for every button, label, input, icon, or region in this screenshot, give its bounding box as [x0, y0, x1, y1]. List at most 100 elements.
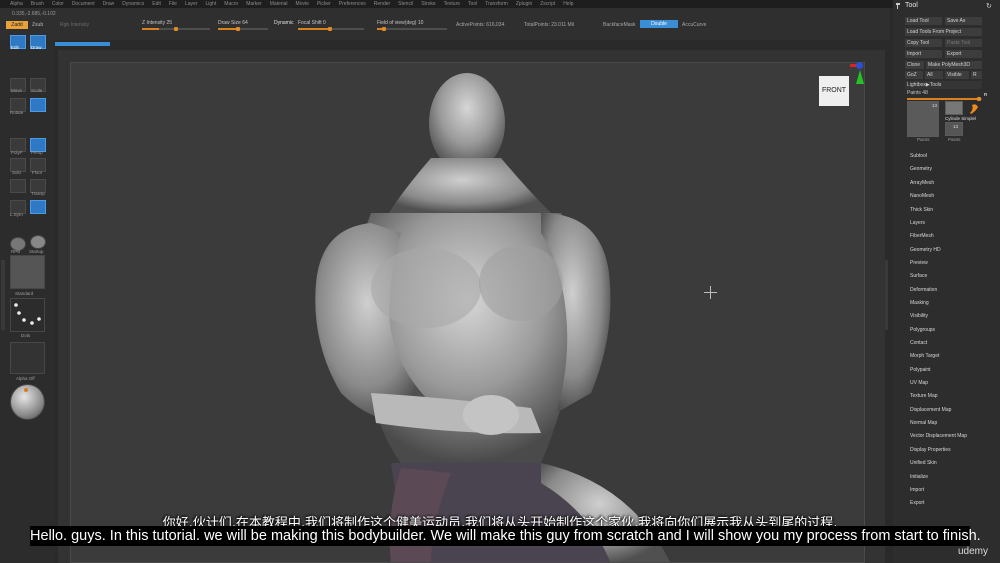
- menu-document[interactable]: Document: [72, 1, 95, 7]
- save-as-button[interactable]: Save As: [945, 17, 982, 25]
- menu-render[interactable]: Render: [374, 1, 390, 7]
- tool-thumb-cylinder[interactable]: [945, 101, 963, 115]
- startup-material[interactable]: [30, 235, 46, 249]
- menu-transform[interactable]: Transform: [485, 1, 508, 7]
- z-intensity-slider[interactable]: Z Intensity 25: [142, 20, 210, 31]
- lightbox-tools-button[interactable]: Lightbox▶Tools: [905, 81, 982, 89]
- all-button[interactable]: All: [925, 71, 943, 79]
- dynamic-subdiv-button[interactable]: [10, 179, 26, 193]
- section-surface[interactable]: Surface: [910, 273, 927, 279]
- section-thick-skin[interactable]: Thick Skin: [910, 207, 933, 213]
- menu-help[interactable]: Help: [563, 1, 573, 7]
- simple-brush-icon[interactable]: [967, 101, 981, 115]
- section-normal-map[interactable]: Normal Map: [910, 420, 937, 426]
- edit-label: Edit: [11, 45, 19, 50]
- copy-tool-button[interactable]: Copy Tool: [905, 39, 942, 47]
- menu-movie[interactable]: Movie: [296, 1, 309, 7]
- cursor-coordinates: 0.335,-2.685,-0.102: [12, 11, 56, 17]
- menu-brush[interactable]: Brush: [31, 1, 44, 7]
- section-displacement-map[interactable]: Displacement Map: [910, 407, 951, 413]
- panel-refresh-icon[interactable]: ↻: [986, 2, 992, 10]
- make-polymesh3d-button[interactable]: Make PolyMesh3D: [926, 61, 982, 69]
- menu-draw[interactable]: Draw: [103, 1, 115, 7]
- section-display-properties[interactable]: Display Properties: [910, 447, 951, 453]
- paste-tool-button[interactable]: Paste Tool: [945, 39, 982, 47]
- visible-button[interactable]: Visible: [945, 71, 969, 79]
- zadd-button[interactable]: Zadd: [6, 21, 28, 29]
- section-unified-skin[interactable]: Unified Skin: [910, 460, 937, 466]
- section-polypaint[interactable]: Polypaint: [910, 367, 931, 373]
- menu-marker[interactable]: Marker: [246, 1, 262, 7]
- menu-stencil[interactable]: Stencil: [398, 1, 413, 7]
- menu-picker[interactable]: Picker: [317, 1, 331, 7]
- section-morph-target[interactable]: Morph Target: [910, 353, 939, 359]
- dynamic-button[interactable]: Dynamic: [274, 20, 293, 26]
- xyz-button[interactable]: [30, 200, 46, 214]
- load-tool-button[interactable]: Load Tool: [905, 17, 942, 25]
- section-fibermesh[interactable]: FiberMesh: [910, 233, 934, 239]
- tool-count-slider[interactable]: Paints 48: [907, 90, 982, 101]
- field-of-view-slider[interactable]: Field of view(deg) 10: [377, 20, 447, 31]
- menu-stroke[interactable]: Stroke: [421, 1, 435, 7]
- section-contact[interactable]: Contact: [910, 340, 927, 346]
- menu-light[interactable]: Light: [205, 1, 216, 7]
- section-masking[interactable]: Masking: [910, 300, 929, 306]
- goz-button[interactable]: GoZ: [905, 71, 923, 79]
- r-button[interactable]: R: [971, 71, 982, 79]
- standard-brush[interactable]: [10, 255, 45, 289]
- menu-macro[interactable]: Macro: [224, 1, 238, 7]
- navigation-cube-front[interactable]: FRONT: [819, 76, 849, 106]
- canvas-viewport[interactable]: [70, 62, 865, 563]
- move-label: Move: [11, 88, 23, 93]
- section-preview[interactable]: Preview: [910, 260, 928, 266]
- r-label: R: [984, 92, 988, 97]
- menu-edit[interactable]: Edit: [152, 1, 161, 7]
- section-nanomesh[interactable]: NanoMesh: [910, 193, 934, 199]
- rgb-intensity-slider[interactable]: Rgb Intensity: [60, 22, 89, 28]
- menu-tool[interactable]: Tool: [468, 1, 477, 7]
- section-export[interactable]: Export: [910, 500, 924, 506]
- section-arraymesh[interactable]: ArrayMesh: [910, 180, 934, 186]
- menu-zplugin[interactable]: Zplugin: [516, 1, 532, 7]
- section-deformation[interactable]: Deformation: [910, 287, 937, 293]
- menu-dynamics[interactable]: Dynamics: [122, 1, 144, 7]
- tool-hammer-icon: [896, 3, 900, 9]
- local-transform-button[interactable]: [30, 98, 46, 112]
- accucurve-button[interactable]: AccuCurve: [682, 22, 706, 28]
- focal-shift-slider[interactable]: Focal Shift 0: [298, 20, 364, 31]
- zsub-button[interactable]: Zsub: [32, 22, 43, 28]
- alpha-slot[interactable]: [10, 342, 45, 374]
- menu-file[interactable]: File: [169, 1, 177, 7]
- tool-thumb-count: 13: [932, 103, 938, 108]
- section-subtool[interactable]: Subtool: [910, 153, 927, 159]
- menu-preferences[interactable]: Preferences: [339, 1, 366, 7]
- section-import[interactable]: Import: [910, 487, 924, 493]
- menu-texture[interactable]: Texture: [444, 1, 460, 7]
- draw-size-slider[interactable]: Draw Size 64: [218, 20, 268, 31]
- section-geometry-hd[interactable]: Geometry HD: [910, 247, 941, 253]
- menu-layer[interactable]: Layer: [185, 1, 198, 7]
- export-button[interactable]: Export: [945, 50, 982, 58]
- field-of-view-label: Field of view(deg): [377, 20, 417, 26]
- section-polygroups[interactable]: Polygroups: [910, 327, 935, 333]
- section-visibility[interactable]: Visibility: [910, 313, 928, 319]
- double-button[interactable]: Double: [640, 20, 678, 28]
- section-uv-map[interactable]: UV Map: [910, 380, 928, 386]
- backface-mask-button[interactable]: BackfaceMask: [603, 22, 636, 28]
- section-initialize[interactable]: Initialize: [910, 474, 928, 480]
- load-tools-from-project-button[interactable]: Load Tools From Project: [905, 28, 982, 36]
- axis-y-icon: [856, 70, 864, 84]
- section-layers[interactable]: Layers: [910, 220, 925, 226]
- menu-alpha[interactable]: Alpha: [10, 1, 23, 7]
- left-tray-handle[interactable]: [1, 260, 5, 330]
- tool-thumb-count-2: 13: [953, 124, 959, 129]
- section-geometry[interactable]: Geometry: [910, 166, 932, 172]
- menu-material[interactable]: Material: [270, 1, 288, 7]
- menu-color[interactable]: Color: [52, 1, 64, 7]
- section-vector-displacement-map[interactable]: Vector Displacement Map: [910, 433, 967, 439]
- import-button[interactable]: Import: [905, 50, 942, 58]
- dots-stroke[interactable]: [10, 298, 45, 332]
- section-texture-map[interactable]: Texture Map: [910, 393, 938, 399]
- menu-zscript[interactable]: Zscript: [540, 1, 555, 7]
- clone-button[interactable]: Clone: [905, 61, 924, 69]
